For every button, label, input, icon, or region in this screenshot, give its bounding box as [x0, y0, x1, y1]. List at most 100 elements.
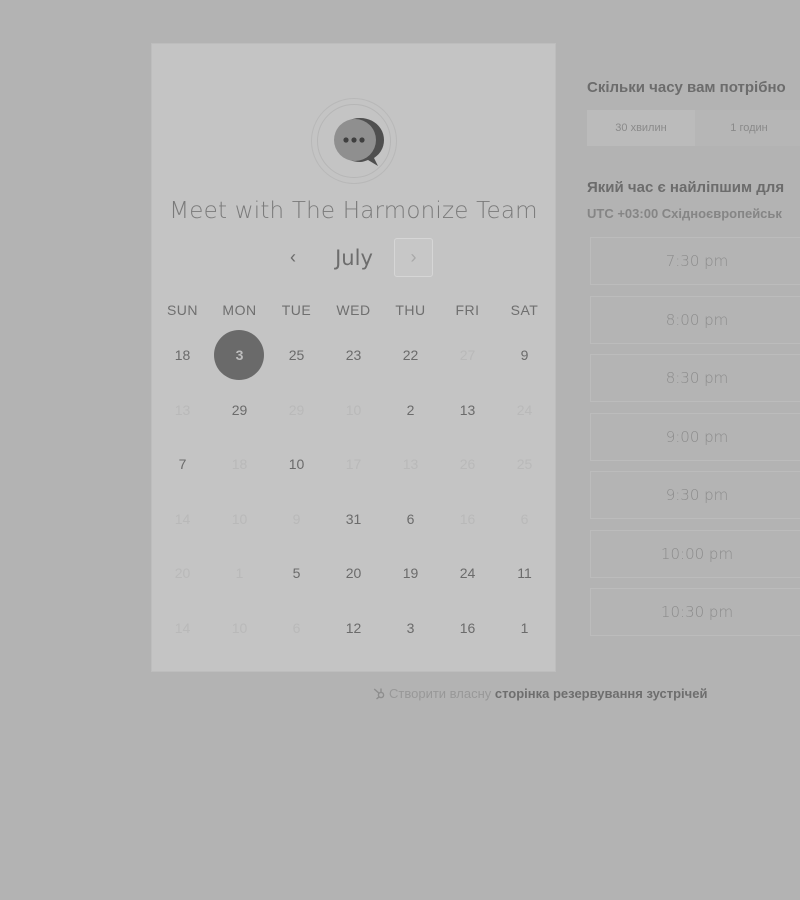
time-slot-button[interactable]: 7:30 pm [590, 237, 800, 285]
calendar-day-available[interactable]: 1 [496, 601, 553, 655]
calendar-day-number: 31 [345, 510, 362, 527]
duration-option-30-min[interactable]: 30 хвилин [587, 110, 695, 146]
calendar-day-number: 24 [459, 565, 476, 581]
calendar-day-available[interactable]: 18 [154, 328, 211, 382]
calendar-day-unavailable: 24 [496, 383, 553, 437]
calendar-day-number: 29 [288, 401, 305, 418]
time-slot-button[interactable]: 8:30 pm [590, 354, 800, 402]
calendar-day-number: 13 [402, 456, 419, 472]
calendar-day-available[interactable]: 9 [496, 328, 553, 382]
calendar-day-number: 16 [459, 619, 476, 636]
calendar-day-number: 19 [402, 565, 419, 581]
calendar-day-number: 10 [345, 401, 362, 418]
calendar-day-available[interactable]: 19 [382, 546, 439, 600]
time-slot-button[interactable]: 10:30 pm [590, 588, 800, 636]
time-question: Який час є найліпшим для [587, 179, 785, 196]
month-navigation: ‹ July › [152, 237, 555, 279]
calendar-day-available[interactable]: 13 [439, 383, 496, 437]
meeting-title: Meet with The Harmonize Team [169, 198, 538, 224]
footer-cta: Створити власну сторінка резервування зу… [372, 686, 707, 701]
time-slot-label: 9:30 pm [665, 486, 729, 504]
calendar-day-available[interactable]: 5 [268, 546, 325, 600]
weekday-label: MON [222, 302, 257, 318]
time-slot-label: 8:00 pm [665, 310, 729, 329]
calendar-day-number: 13 [459, 401, 476, 418]
calendar-day-number: 2 [406, 401, 415, 418]
calendar-day-number: 20 [345, 565, 362, 581]
calendar-day-number: 3 [235, 347, 244, 363]
calendar-day-number: 7 [178, 456, 187, 472]
calendar-day-unavailable: 9 [268, 492, 325, 546]
time-slot-label: 10:30 pm [660, 603, 734, 621]
calendar-day-available[interactable]: 31 [325, 492, 382, 546]
calendar-day-available[interactable]: 7 [154, 437, 211, 491]
calendar-day-unavailable: 20 [154, 546, 211, 600]
prev-month-button[interactable]: ‹ [276, 241, 310, 275]
next-month-button[interactable]: › [394, 238, 433, 277]
calendar-grid: SUN MON TUE WED THU FRI SAT 18 3 25 23 22 27 9… [154, 302, 554, 655]
calendar-day-available[interactable]: 16 [439, 601, 496, 655]
calendar-day-number: 5 [292, 565, 301, 581]
timezone-selector[interactable]: UTC +03:00 Східноєвропейськ [587, 206, 782, 221]
calendar-day-number: 12 [345, 619, 362, 636]
calendar-day-available[interactable]: 23 [325, 328, 382, 382]
calendar-day-available[interactable]: 11 [496, 546, 553, 600]
calendar-day-unavailable: 29 [268, 383, 325, 437]
calendar-week-row: 14 10 6 12 3 16 1 [154, 601, 554, 656]
create-booking-page-link[interactable]: сторінка резервування зустрічей [495, 686, 708, 701]
calendar-day-number: 10 [231, 510, 248, 527]
chat-bubble-logo-icon [334, 118, 384, 166]
calendar-week-row: 13 29 29 10 2 13 24 [154, 383, 554, 438]
weekday-label: FRI [455, 302, 480, 318]
calendar-day-unavailable: 17 [325, 437, 382, 491]
calendar-day-number: 6 [292, 619, 301, 636]
calendar-day-number: 9 [292, 510, 301, 527]
calendar-day-available[interactable]: 25 [268, 328, 325, 382]
calendar-day-number: 1 [520, 619, 529, 636]
calendar-day-unavailable: 13 [154, 383, 211, 437]
time-slot-button[interactable]: 8:00 pm [590, 295, 800, 344]
weekday-label: WED [336, 302, 371, 318]
hubspot-sprocket-icon [373, 688, 385, 700]
time-slot-button[interactable]: 9:30 pm [590, 471, 800, 519]
time-slot-button[interactable]: 9:00 pm [590, 412, 800, 461]
calendar-day-number: 25 [516, 456, 533, 472]
calendar-day-number: 6 [406, 510, 415, 527]
calendar-day-selected[interactable]: 3 [211, 328, 268, 382]
calendar-day-number: 14 [174, 510, 191, 527]
calendar-day-available[interactable]: 12 [325, 601, 382, 655]
calendar-day-unavailable: 26 [439, 437, 496, 491]
calendar-day-unavailable: 6 [268, 601, 325, 655]
calendar-day-number: 1 [235, 565, 244, 581]
calendar-day-unavailable: 10 [211, 601, 268, 655]
calendar-day-available[interactable]: 3 [382, 601, 439, 655]
calendar-week-row: 20 1 5 20 19 24 11 [154, 546, 554, 601]
weekday-label: SUN [166, 302, 199, 318]
calendar-week-row: 14 10 9 31 6 16 6 [154, 492, 554, 547]
calendar-day-unavailable: 10 [325, 383, 382, 437]
calendar-day-unavailable: 18 [211, 437, 268, 491]
footer-prefix: Створити власну [389, 686, 495, 701]
weekday-label: THU [395, 302, 426, 318]
calendar-day-unavailable: 1 [211, 546, 268, 600]
meeting-booking-page: Meet with The Harmonize Team ‹ July › SU… [0, 0, 800, 900]
calendar-day-available[interactable]: 6 [382, 492, 439, 546]
time-slot-label: 8:30 pm [665, 369, 729, 387]
month-label: July [335, 246, 373, 270]
calendar-day-unavailable: 14 [154, 492, 211, 546]
calendar-day-unavailable: 6 [496, 492, 553, 546]
calendar-day-available[interactable]: 10 [268, 437, 325, 491]
calendar-day-available[interactable]: 22 [382, 328, 439, 382]
time-slot-label: 9:00 pm [665, 427, 729, 446]
calendar-day-number: 17 [345, 456, 362, 472]
calendar-day-available[interactable]: 29 [211, 383, 268, 437]
calendar-day-number: 25 [288, 347, 305, 363]
calendar-day-available[interactable]: 2 [382, 383, 439, 437]
calendar-week-row: 7 18 10 17 13 26 25 [154, 437, 554, 492]
calendar-day-available[interactable]: 20 [325, 546, 382, 600]
time-slot-label: 7:30 pm [665, 252, 729, 270]
duration-option-1-hour[interactable]: 1 годин [695, 110, 800, 146]
calendar-day-available[interactable]: 24 [439, 546, 496, 600]
calendar-day-number: 16 [459, 510, 476, 527]
time-slot-button[interactable]: 10:00 pm [590, 529, 800, 578]
